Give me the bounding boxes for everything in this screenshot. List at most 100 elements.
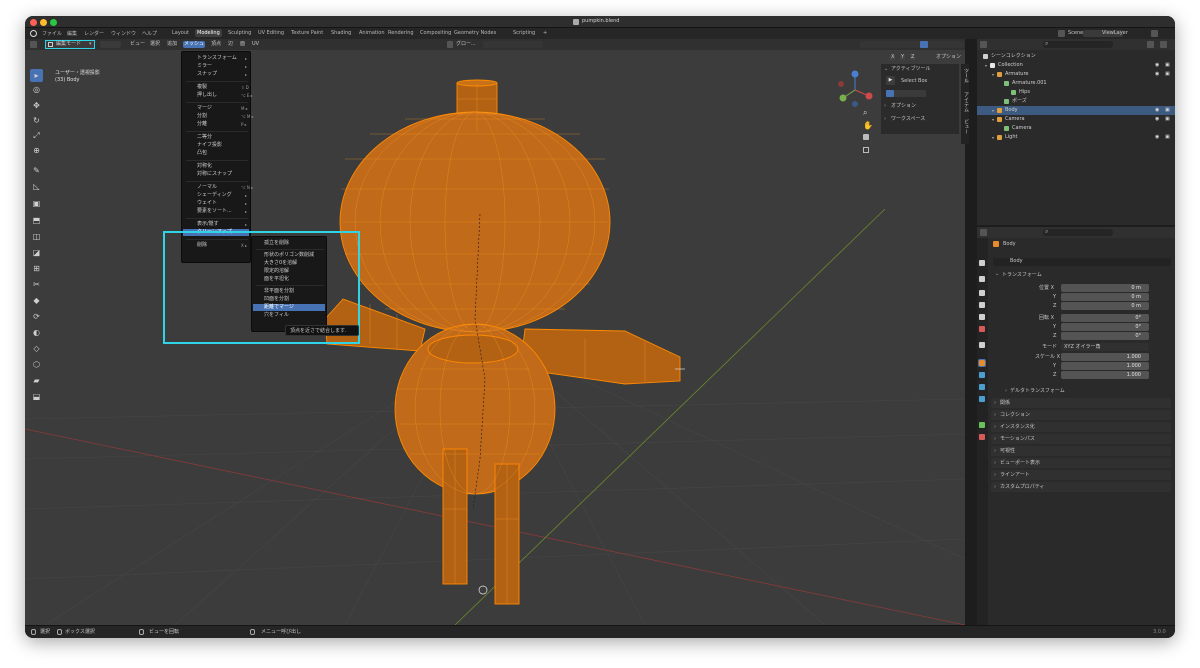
poly-build-icon[interactable]: ◆ bbox=[30, 294, 43, 307]
gizmo-y-icon[interactable] bbox=[839, 94, 847, 102]
delta-transform-panel[interactable]: デルタトランスフォーム bbox=[1010, 389, 1065, 394]
scale-icon[interactable]: ⤢ bbox=[30, 129, 43, 142]
camera-view-icon[interactable] bbox=[863, 134, 869, 140]
mesh-menu-item-16[interactable]: 対称にスナップ bbox=[197, 171, 232, 178]
workspace-tab-11[interactable]: + bbox=[543, 30, 547, 36]
workspace-tab-5[interactable]: Shading bbox=[331, 30, 351, 36]
workspace-tab-7[interactable]: Rendering bbox=[388, 30, 414, 36]
zoom-icon[interactable]: ⌕ bbox=[863, 108, 867, 118]
workspace-tab-4[interactable]: Texture Paint bbox=[291, 30, 323, 36]
menu-uv[interactable]: UV bbox=[251, 41, 260, 48]
mesh-menu-item-13[interactable]: 凸包 bbox=[197, 150, 207, 157]
tab-item[interactable]: アイテム bbox=[963, 92, 969, 112]
tab-view[interactable]: ビュー bbox=[963, 119, 969, 134]
select-box-icon[interactable]: ▸ bbox=[30, 69, 43, 82]
shear-icon[interactable]: ▰ bbox=[30, 374, 43, 387]
rotation-y-field[interactable]: 0° bbox=[1061, 323, 1149, 331]
expand-arrow-icon[interactable]: ▾ bbox=[985, 61, 987, 70]
minimize-window-button[interactable] bbox=[40, 19, 47, 26]
body-mesh-wireframe[interactable] bbox=[324, 79, 681, 605]
tab-tool[interactable]: ツール bbox=[963, 68, 969, 83]
workspace-tab-2[interactable]: Sculpting bbox=[228, 30, 251, 36]
rotation-mode-dropdown[interactable]: XYZ オイラー角 bbox=[1061, 343, 1149, 351]
world-tab-icon[interactable] bbox=[979, 326, 985, 332]
gizmo-z-icon[interactable] bbox=[851, 70, 859, 78]
cleanup-menu-item-0[interactable]: 孤立を削除 bbox=[264, 240, 289, 247]
mesh-menu-item-19[interactable]: シェーディング ▸ bbox=[197, 192, 247, 199]
scene-name[interactable]: Scene bbox=[1068, 31, 1083, 36]
menu-file[interactable]: ファイル bbox=[42, 30, 62, 37]
gizmo-x-icon[interactable] bbox=[865, 92, 873, 100]
menu-edit[interactable]: 編集 bbox=[67, 30, 77, 37]
outliner-row-light[interactable]: ▾ Light ◉ ▣ bbox=[977, 133, 1175, 142]
cleanup-menu-item-7[interactable]: 非平面を分割 bbox=[264, 288, 294, 295]
mesh-menu-item-11[interactable]: 二等分 bbox=[197, 134, 212, 141]
location-y-field[interactable]: 0 m bbox=[1061, 293, 1149, 301]
mesh-menu-item-20[interactable]: ウェイト ▸ bbox=[197, 200, 247, 207]
add-cube-icon[interactable]: ▣ bbox=[30, 197, 43, 210]
mesh-menu-item-12[interactable]: ナイフ投影 bbox=[197, 142, 222, 149]
shrink-icon[interactable]: ⬡ bbox=[30, 358, 43, 371]
properties-panel-4[interactable]: › 可視性 bbox=[991, 446, 1171, 456]
navigation-gizmo[interactable] bbox=[833, 68, 877, 112]
transform-orientation[interactable]: グロー... bbox=[455, 41, 477, 48]
properties-panel-1[interactable]: › コレクション bbox=[991, 410, 1171, 420]
properties-panel-2[interactable]: › インスタンス化 bbox=[991, 422, 1171, 432]
workspace-tab-1[interactable]: Modeling bbox=[195, 29, 222, 37]
properties-panel-6[interactable]: › ラインアート bbox=[991, 470, 1171, 480]
mesh-menu-item-8[interactable]: 分割 ⌥ M ▸ bbox=[197, 113, 254, 120]
mode-selector[interactable]: 編集モード ▾ bbox=[45, 40, 95, 49]
filter-icon[interactable] bbox=[1147, 41, 1154, 48]
editor-type-icon[interactable] bbox=[30, 41, 37, 48]
knife-icon[interactable]: ✂ bbox=[30, 278, 43, 291]
view-layer-tab-icon[interactable] bbox=[979, 302, 985, 308]
mesh-menu-item-1[interactable]: ミラー ▸ bbox=[197, 63, 247, 70]
zoom-window-button[interactable] bbox=[50, 19, 57, 26]
visibility-eye-icon[interactable]: ◉ bbox=[1155, 106, 1159, 115]
object-tab-icon[interactable] bbox=[978, 359, 986, 367]
workspace-panel[interactable]: ワークスペース bbox=[891, 117, 925, 122]
physics-tab-icon[interactable] bbox=[979, 396, 985, 402]
cleanup-menu-item-2[interactable]: 形状のポリゴン数削減 bbox=[264, 252, 314, 259]
render-camera-icon[interactable]: ▣ bbox=[1165, 106, 1170, 115]
workspace-tab-10[interactable]: Scripting bbox=[513, 30, 535, 36]
move-icon[interactable]: ✥ bbox=[30, 99, 43, 112]
location-x-field[interactable]: 0 m bbox=[1061, 284, 1149, 292]
spin-icon[interactable]: ⟳ bbox=[30, 310, 43, 323]
measure-icon[interactable]: ◺ bbox=[30, 180, 43, 193]
rip-icon[interactable]: ⬓ bbox=[30, 390, 43, 403]
outliner-row-mesh[interactable]: ▾ Body ◉ ▣ bbox=[977, 106, 1175, 115]
expand-arrow-icon[interactable]: ▾ bbox=[992, 70, 994, 79]
inset-icon[interactable]: ◫ bbox=[30, 230, 43, 243]
visibility-eye-icon[interactable]: ◉ bbox=[1155, 61, 1159, 70]
rotation-z-field[interactable]: 0° bbox=[1061, 332, 1149, 340]
cleanup-menu-item-3[interactable]: 大きさ0を溶解 bbox=[264, 260, 297, 267]
extrude-icon[interactable]: ⬒ bbox=[30, 214, 43, 227]
scene-browse-icon[interactable] bbox=[1058, 30, 1065, 37]
cleanup-menu-item-8[interactable]: 凹面を分割 bbox=[264, 296, 289, 303]
outliner-row-pose[interactable]: ポーズ bbox=[977, 97, 1175, 106]
select-mode-buttons[interactable] bbox=[100, 41, 121, 48]
material-tab-icon[interactable] bbox=[979, 434, 985, 440]
active-tool-header[interactable]: アクティブツール bbox=[891, 67, 930, 72]
outliner-row-armature-data[interactable]: Armature.001 bbox=[977, 79, 1175, 88]
expand-arrow-icon[interactable]: ▾ bbox=[992, 133, 994, 142]
mirror-axis-x[interactable]: X bbox=[890, 55, 896, 60]
scene-tab-icon[interactable] bbox=[979, 314, 985, 320]
ortho-toggle-icon[interactable] bbox=[863, 147, 869, 153]
render-tab-icon[interactable] bbox=[979, 276, 985, 282]
mesh-menu-item-7[interactable]: マージ M ▸ bbox=[197, 105, 248, 112]
loop-cut-icon[interactable]: ⊞ bbox=[30, 262, 43, 275]
visibility-eye-icon[interactable]: ◉ bbox=[1155, 115, 1159, 124]
outliner-row-armature[interactable]: ▾ Armature ◉ ▣ bbox=[977, 70, 1175, 79]
tool-tab-icon[interactable] bbox=[979, 260, 985, 266]
viewport-shading-buttons[interactable] bbox=[860, 41, 964, 48]
mirror-axis-y[interactable]: Y bbox=[900, 55, 906, 60]
mesh-menu-item-21[interactable]: 要素をソート... ▸ bbox=[197, 208, 247, 215]
solid-shading-icon[interactable] bbox=[920, 41, 928, 48]
scale-z-field[interactable]: 1.000 bbox=[1061, 371, 1149, 379]
workspace-tab-9[interactable]: Geometry Nodes bbox=[454, 30, 496, 36]
cursor-icon[interactable]: ◎ bbox=[30, 83, 43, 96]
render-camera-icon[interactable]: ▣ bbox=[1165, 70, 1170, 79]
outliner-editor-icon[interactable] bbox=[980, 41, 987, 48]
